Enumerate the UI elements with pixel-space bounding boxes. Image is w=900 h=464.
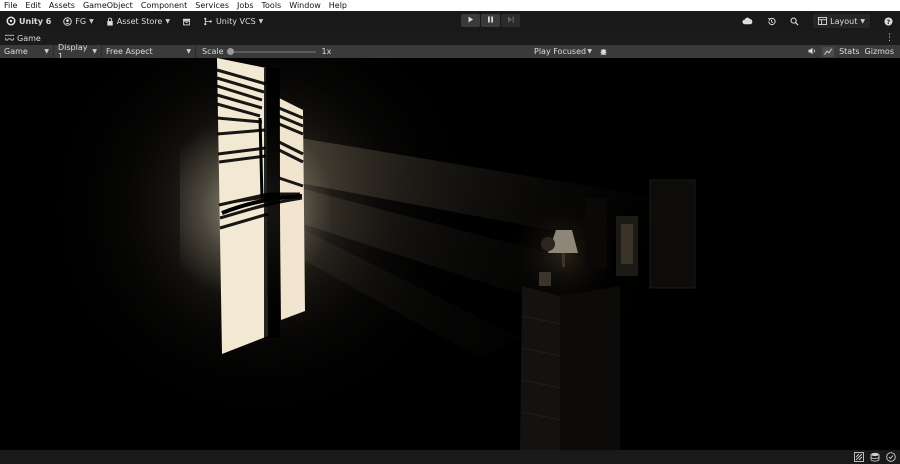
menu-gameobject[interactable]: GameObject	[79, 0, 137, 11]
chevron-down-icon: ▼	[186, 48, 191, 55]
audio-icon[interactable]	[808, 47, 817, 57]
play-controls	[461, 14, 520, 27]
cache-icon[interactable]	[870, 452, 880, 464]
asset-store-dropdown[interactable]: Asset Store ▼	[100, 11, 176, 31]
play-mode-dropdown[interactable]: Play Focused ▼	[530, 45, 596, 58]
stats-button[interactable]: Stats	[839, 47, 859, 56]
history-button[interactable]	[760, 11, 783, 31]
menu-services[interactable]: Services	[191, 0, 233, 11]
aspect-label: Free Aspect	[106, 47, 153, 56]
unity-label: Unity 6	[19, 16, 52, 26]
view-mode-dropdown[interactable]: Game ▼	[0, 45, 54, 58]
game-view-right: Stats Gizmos	[808, 45, 900, 58]
menu-assets[interactable]: Assets	[45, 0, 79, 11]
account-icon	[63, 16, 73, 26]
gizmos-button[interactable]: Gizmos	[865, 47, 894, 56]
step-button[interactable]	[501, 14, 520, 27]
search-icon	[790, 17, 799, 26]
menu-window[interactable]: Window	[285, 0, 325, 11]
game-view-bar: Game ▼ Display 1 ▼ Free Aspect ▼ Scale 1…	[0, 43, 900, 61]
scale-slider[interactable]	[226, 47, 316, 55]
step-icon	[507, 16, 515, 25]
help-button[interactable]: ?	[877, 11, 900, 31]
layout-dropdown[interactable]: Layout ▼	[806, 11, 877, 31]
layout-button[interactable]: Layout ▼	[813, 14, 870, 28]
package-icon	[182, 17, 191, 26]
chevron-down-icon: ▼	[258, 17, 264, 25]
game-viewport[interactable]	[0, 58, 900, 450]
status-bar	[0, 450, 900, 464]
cloud-button[interactable]	[735, 11, 760, 31]
tab-strip: Game ⋮	[0, 31, 900, 45]
menu-tools[interactable]: Tools	[258, 0, 286, 11]
toolbar-right: Layout ▼ ?	[735, 11, 900, 31]
scale-slider-handle[interactable]	[226, 47, 234, 55]
cloud-icon	[742, 17, 753, 25]
scale-value: 1x	[321, 47, 332, 56]
menu-help[interactable]: Help	[325, 0, 351, 11]
package-button[interactable]	[176, 11, 197, 31]
window-light	[180, 58, 330, 368]
menu-component[interactable]: Component	[137, 0, 191, 11]
play-button[interactable]	[461, 14, 480, 27]
menu-file[interactable]: File	[0, 0, 21, 11]
tab-game[interactable]: Game	[0, 31, 46, 45]
unity-button[interactable]: Unity 6	[0, 11, 57, 31]
unity-logo-icon	[6, 16, 16, 26]
view-mode-label: Game	[4, 47, 28, 56]
chevron-down-icon: ▼	[89, 17, 94, 25]
history-icon	[767, 17, 776, 26]
kebab-icon: ⋮	[885, 33, 894, 43]
network-icon[interactable]	[854, 452, 864, 464]
svg-text:?: ?	[887, 18, 891, 25]
aspect-dropdown[interactable]: Free Aspect ▼	[102, 45, 196, 58]
lock-icon	[106, 17, 114, 26]
play-mode-label: Play Focused	[534, 47, 587, 56]
menu-edit[interactable]: Edit	[21, 0, 45, 11]
tab-game-label: Game	[17, 33, 41, 43]
scale-label: Scale	[202, 47, 224, 56]
gamepad-icon	[4, 34, 15, 43]
vcs-label: Unity VCS	[215, 16, 256, 26]
pause-button[interactable]	[481, 14, 500, 27]
status-icons	[854, 452, 896, 464]
asset-store-label: Asset Store	[116, 16, 163, 26]
account-dropdown[interactable]: FG ▼	[57, 11, 99, 31]
scene-render	[0, 58, 900, 450]
search-button[interactable]	[783, 11, 806, 31]
menu-bar: File Edit Assets GameObject Component Se…	[0, 0, 900, 11]
tab-more-button[interactable]: ⋮	[885, 31, 894, 45]
main-toolbar: Unity 6 FG ▼ Asset Store ▼ Unity VCS ▼ L…	[0, 11, 900, 31]
chevron-down-icon: ▼	[587, 48, 592, 55]
bug-icon[interactable]	[599, 47, 608, 58]
layout-label: Layout	[830, 16, 858, 26]
scale-control: Scale 1x	[196, 45, 331, 58]
chevron-down-icon: ▼	[92, 48, 97, 55]
help-icon: ?	[884, 16, 893, 26]
status-check-icon[interactable]	[886, 452, 896, 464]
layout-icon	[818, 17, 828, 25]
chevron-down-icon: ▼	[165, 17, 170, 25]
account-label: FG	[75, 16, 87, 26]
chevron-down-icon: ▼	[44, 48, 49, 55]
vcs-dropdown[interactable]: Unity VCS ▼	[197, 11, 269, 31]
chevron-down-icon: ▼	[860, 17, 865, 25]
version-control-icon	[203, 17, 213, 26]
menu-jobs[interactable]: Jobs	[233, 0, 258, 11]
stats-toggle-icon[interactable]	[822, 46, 835, 57]
pause-icon	[487, 16, 494, 25]
display-dropdown[interactable]: Display 1 ▼	[54, 43, 102, 61]
play-icon	[467, 16, 474, 25]
